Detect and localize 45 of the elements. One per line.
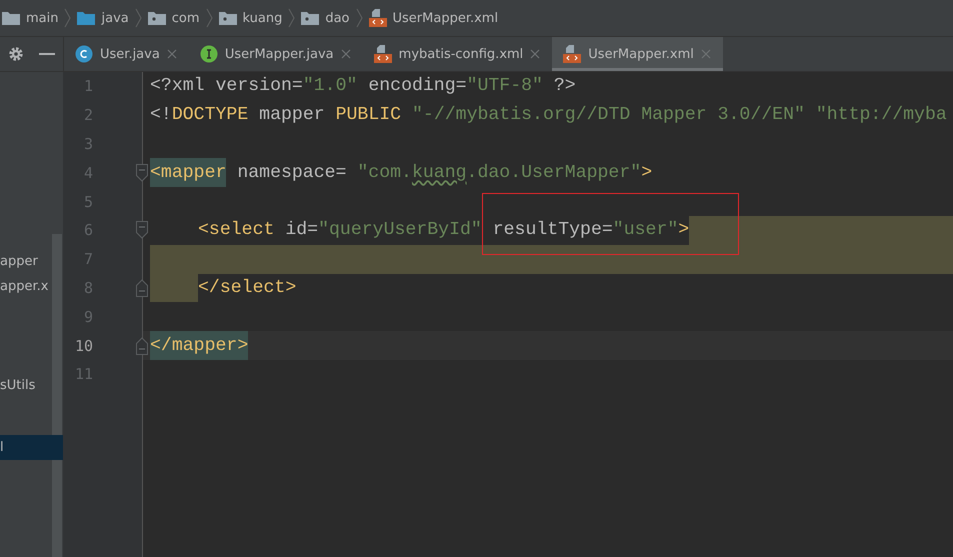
tree-item[interactable]: l xyxy=(0,435,63,460)
chevron-icon xyxy=(64,8,72,28)
xml-file-icon xyxy=(368,9,386,27)
chevron-icon xyxy=(134,8,142,28)
xml-file-icon xyxy=(374,45,392,63)
editor-tab[interactable]: UserMapper.java xyxy=(188,37,363,71)
code-line: <select id="queryUserById" resultType="user"> xyxy=(198,219,690,242)
editor-tab[interactable]: User.java xyxy=(64,37,189,71)
editor-tab[interactable]: mybatis-config.xml xyxy=(362,37,552,71)
package-icon xyxy=(218,11,236,25)
breadcrumb-item[interactable]: dao xyxy=(325,10,350,26)
fold-icon[interactable] xyxy=(136,164,148,182)
fold-icon[interactable] xyxy=(136,336,148,355)
package-icon xyxy=(148,11,166,25)
line-number: 10 xyxy=(74,336,93,355)
tree-item[interactable]: sUtils xyxy=(0,373,63,398)
breadcrumb-item[interactable]: kuang xyxy=(242,10,282,26)
tree-item[interactable]: apper.x xyxy=(0,274,63,299)
chevron-icon xyxy=(206,8,212,28)
close-icon[interactable] xyxy=(166,49,177,59)
settings-icon[interactable] xyxy=(8,46,24,62)
editor-tab[interactable]: UserMapper.xml xyxy=(552,37,723,71)
code-line: </select> xyxy=(198,276,296,300)
breadcrumb-item[interactable]: com xyxy=(172,10,200,26)
package-icon xyxy=(301,11,320,25)
tree-item[interactable]: apper xyxy=(0,249,63,274)
code-line: <!DOCTYPE mapper PUBLIC "-//mybatis.org//DTD Mapper 3.0//EN" "http://myba xyxy=(150,104,947,128)
breadcrumb-item[interactable]: java xyxy=(101,10,129,26)
close-icon[interactable] xyxy=(530,49,540,59)
breadcrumb-item[interactable]: main xyxy=(26,10,58,26)
code-line: <?xml version="1.0" encoding="UTF-8" ?> xyxy=(150,75,576,98)
folder-icon xyxy=(77,11,96,25)
close-icon[interactable] xyxy=(340,49,351,59)
class-icon xyxy=(75,45,93,63)
breadcrumb-item[interactable]: UserMapper.xml xyxy=(392,10,498,26)
fold-icon[interactable] xyxy=(136,278,148,297)
close-icon[interactable] xyxy=(700,49,711,59)
xml-file-icon xyxy=(563,45,582,63)
folder-icon xyxy=(2,11,20,25)
chevron-icon xyxy=(356,8,362,28)
code-line: <mapper namespace= "com.kuang.dao.UserMapper"> xyxy=(150,158,652,188)
fold-icon[interactable] xyxy=(136,221,148,240)
minimize-icon[interactable] xyxy=(39,52,56,56)
interface-icon xyxy=(200,45,218,63)
chevron-icon xyxy=(288,8,296,28)
